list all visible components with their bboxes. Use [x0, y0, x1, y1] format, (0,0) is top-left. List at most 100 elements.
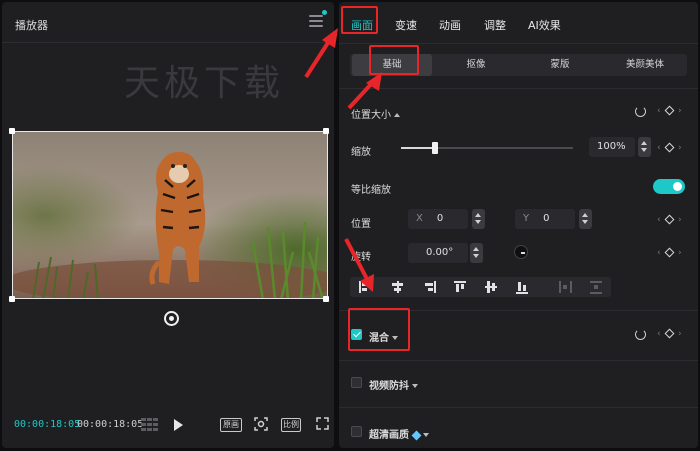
tab-speed[interactable]: 变速	[395, 17, 417, 33]
rotate-value-field[interactable]: 0.00°	[408, 243, 468, 263]
scale-slider-knob[interactable]	[432, 142, 439, 154]
notification-dot	[322, 10, 327, 15]
rotate-stepper[interactable]	[470, 243, 483, 263]
highlight-box-blend	[348, 308, 410, 351]
position-y-value: 0	[543, 213, 550, 224]
chevron-right-icon[interactable]: ›	[678, 143, 682, 153]
scale-label: 缩放	[351, 147, 371, 158]
divider	[339, 407, 698, 408]
player-panel: 播放器 天极下载 00:00:18:05 00:00:18:05 原画 比例	[2, 2, 334, 448]
align-toolbar	[350, 277, 611, 297]
distribute-h-icon[interactable]	[559, 281, 573, 293]
scale-value-field[interactable]: 100%	[589, 137, 635, 157]
chevron-left-icon[interactable]: ‹	[657, 329, 661, 339]
position-label: 位置	[351, 219, 371, 230]
rotate-handle-icon[interactable]	[164, 311, 179, 326]
chevron-left-icon[interactable]: ‹	[657, 143, 661, 153]
uniform-scale-toggle[interactable]	[653, 179, 685, 194]
caret-down-icon	[412, 384, 418, 388]
y-prefix: Y	[523, 213, 530, 224]
subtab-mask[interactable]: 蒙版	[520, 54, 600, 76]
keyframe-control[interactable]: ‹ ›	[657, 105, 683, 116]
scale-slider-fill	[401, 147, 436, 149]
chevron-left-icon[interactable]: ‹	[657, 215, 661, 225]
subtab-cutout[interactable]: 抠像	[436, 54, 516, 76]
stabilize-label: 视频防抖	[369, 381, 409, 392]
reset-icon[interactable]	[635, 329, 646, 340]
chevron-right-icon[interactable]: ›	[678, 248, 682, 258]
chevron-left-icon[interactable]: ‹	[657, 248, 661, 258]
caret-up-icon	[394, 113, 400, 117]
subtab-beauty[interactable]: 美颜美体	[604, 54, 686, 76]
divider	[339, 88, 698, 89]
resize-handle-tl[interactable]	[9, 128, 15, 134]
stabilize-checkbox[interactable]	[351, 377, 362, 388]
reset-icon[interactable]	[635, 106, 646, 117]
keyframe-control[interactable]: ‹ ›	[657, 142, 683, 153]
resize-handle-br[interactable]	[323, 296, 329, 302]
original-quality-button[interactable]: 原画	[220, 418, 242, 432]
distribute-v-icon[interactable]	[590, 281, 604, 294]
hd-checkbox[interactable]	[351, 426, 362, 437]
tiger-image	[13, 132, 327, 298]
keyframe-diamond-icon[interactable]	[664, 142, 675, 153]
align-center-h-icon[interactable]	[391, 281, 405, 293]
timeline-grid-icon[interactable]	[141, 418, 159, 431]
current-timecode: 00:00:18:05	[14, 419, 81, 430]
divider	[2, 42, 334, 43]
ratio-button[interactable]: 比例	[281, 418, 301, 432]
tab-animation[interactable]: 动画	[439, 17, 461, 33]
divider	[339, 43, 698, 44]
scale-slider[interactable]	[401, 142, 573, 154]
align-bottom-icon[interactable]	[516, 281, 530, 294]
position-x-field[interactable]: X0	[408, 209, 468, 229]
rotate-label: 旋转	[351, 252, 371, 263]
keyframe-control[interactable]: ‹ ›	[657, 214, 683, 225]
position-y-field[interactable]: Y0	[515, 209, 575, 229]
chevron-right-icon[interactable]: ›	[678, 106, 682, 116]
position-y-stepper[interactable]	[579, 209, 592, 229]
keyframe-diamond-icon[interactable]	[664, 105, 675, 116]
section-hd[interactable]: 超清画质	[369, 426, 429, 441]
align-top-icon[interactable]	[454, 281, 468, 293]
align-center-v-icon[interactable]	[485, 281, 499, 293]
chevron-right-icon[interactable]: ›	[678, 329, 682, 339]
total-timecode: 00:00:18:05	[77, 419, 144, 430]
video-preview[interactable]	[12, 131, 328, 299]
keyframe-control[interactable]: ‹ ›	[657, 328, 683, 339]
vip-diamond-icon	[411, 430, 422, 440]
tab-ai-effects[interactable]: AI效果	[528, 17, 561, 33]
divider	[339, 360, 698, 361]
section-position-size-label: 位置大小	[351, 110, 391, 121]
fullscreen-icon[interactable]	[316, 417, 329, 430]
position-x-value: 0	[436, 213, 444, 224]
tab-adjust[interactable]: 调整	[484, 17, 506, 33]
position-x-stepper[interactable]	[472, 209, 485, 229]
section-stabilize[interactable]: 视频防抖	[369, 377, 418, 392]
play-icon[interactable]	[174, 419, 183, 431]
keyframe-diamond-icon[interactable]	[664, 328, 675, 339]
caret-down-icon	[423, 433, 429, 437]
resize-handle-bl[interactable]	[9, 296, 15, 302]
resize-handle-tr[interactable]	[323, 128, 329, 134]
menu-icon[interactable]	[309, 15, 323, 29]
x-prefix: X	[416, 213, 423, 224]
hd-label: 超清画质	[369, 430, 409, 441]
chevron-left-icon[interactable]: ‹	[657, 106, 661, 116]
scale-stepper[interactable]	[638, 137, 651, 157]
highlight-box-subtab	[369, 45, 419, 75]
main-tabs: 画面 变速 动画 调整 AI效果	[339, 2, 698, 42]
align-right-icon[interactable]	[422, 281, 436, 293]
section-position-size[interactable]: 位置大小	[351, 106, 400, 121]
player-title: 播放器	[15, 19, 48, 32]
keyframe-diamond-icon[interactable]	[664, 247, 675, 258]
focus-icon[interactable]	[254, 417, 268, 431]
rotate-dial[interactable]	[514, 245, 528, 259]
chevron-right-icon[interactable]: ›	[678, 215, 682, 225]
keyframe-control[interactable]: ‹ ›	[657, 247, 683, 258]
keyframe-diamond-icon[interactable]	[664, 214, 675, 225]
highlight-box-tab	[341, 6, 378, 34]
watermark: 天极下载	[124, 63, 285, 104]
uniform-scale-label: 等比缩放	[351, 185, 391, 196]
align-left-icon[interactable]	[359, 281, 373, 293]
